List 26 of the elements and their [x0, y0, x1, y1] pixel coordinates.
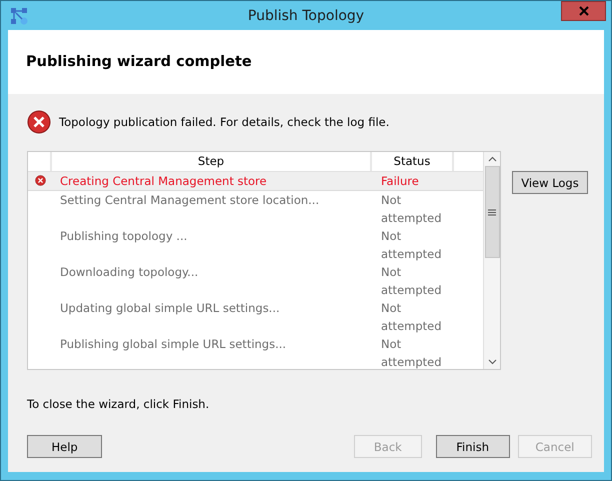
table-cell-text: Not attempted: [380, 228, 443, 263]
table-cell-text: Setting Central Management store location...: [59, 192, 320, 209]
table-cell-text: Updating global simple URL settings...: [59, 300, 281, 317]
dialog-button[interactable]: Finish: [436, 435, 510, 458]
page-title: Publishing wizard complete: [26, 54, 252, 70]
table-cell-text: Not attempted: [380, 192, 443, 227]
error-icon: [35, 175, 46, 186]
table-cell-text: Creating Central Management store: [59, 173, 268, 190]
status-message: Topology publication failed. For details, check the log file.: [59, 115, 390, 129]
view-logs-button[interactable]: View Logs: [512, 171, 588, 194]
table-cell-text: Not attempted: [380, 336, 443, 369]
scrollbar[interactable]: [483, 152, 500, 369]
network-icon: [10, 6, 28, 24]
close-icon: [578, 6, 588, 16]
table-cell-text: Publishing global simple URL settings...: [59, 336, 288, 353]
table-cell-text: Publishing topology ...: [59, 228, 188, 245]
table-cell-text: Not attempted: [380, 300, 443, 335]
table-row[interactable]: Creating Central Management store Failure: [28, 172, 483, 191]
dialog-button[interactable]: Help: [27, 435, 102, 458]
table-cell-text: Not attempted: [380, 264, 443, 299]
scrollbar-thumb[interactable]: [484, 166, 500, 258]
close-button[interactable]: [561, 1, 606, 21]
table-cell-text: Downloading topology...: [59, 264, 200, 281]
footer-text: To close the wizard, click Finish.: [26, 397, 210, 411]
window-title: Publish Topology: [246, 8, 366, 24]
table-cell-text: Failure: [380, 173, 420, 190]
